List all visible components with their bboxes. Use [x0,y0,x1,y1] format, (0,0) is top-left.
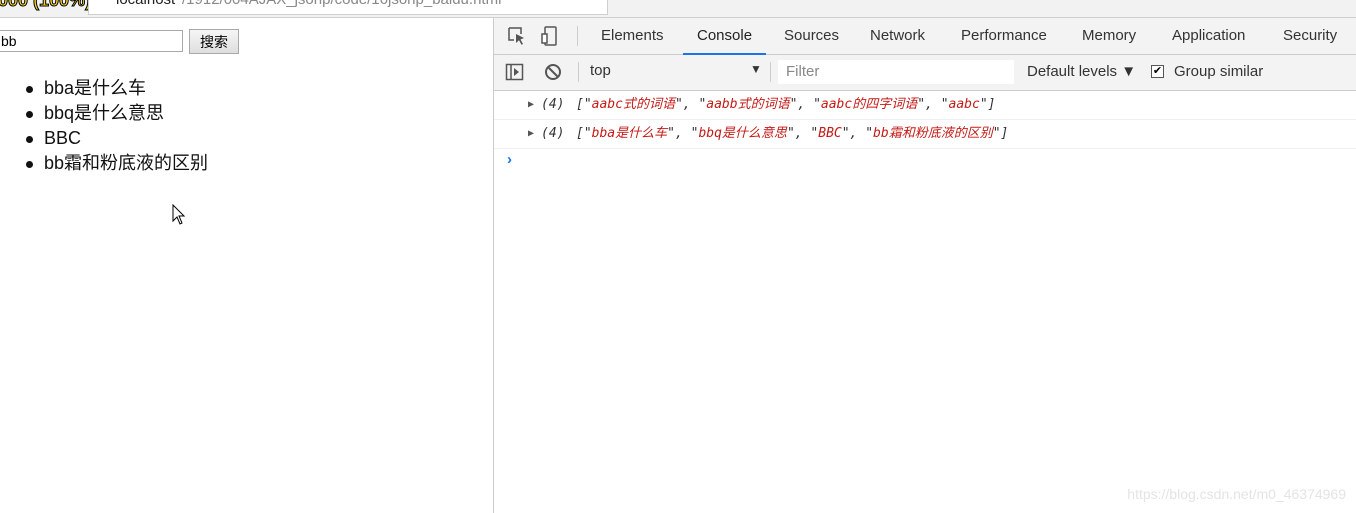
suggestion-item[interactable]: bb霜和粉底液的区别 [22,151,208,176]
array-string: aabc的四字词语 [820,97,918,112]
array-preview: ["aabc式的词语", "aabb式的词语", "aabc的四字词语", "a… [576,97,996,112]
chevron-down-icon[interactable]: ▼ [750,62,762,76]
suggestion-item[interactable]: bba是什么车 [22,76,208,101]
prompt-chevron-icon: › [507,151,512,168]
show-sidebar-icon[interactable] [505,62,525,82]
array-string: aabc式的词语 [591,97,675,112]
array-preview: ["bba是什么车", "bbq是什么意思", "BBC", "bb霜和粉底液的… [576,126,1009,141]
toolbar-divider [578,62,579,82]
suggestion-item[interactable]: BBC [22,126,208,151]
devtools-panel: Elements Console Sources Network Perform… [493,18,1356,513]
array-count: (4) [541,97,565,112]
url-path: /1912/004AJAX_jsonp/code/16jsonp_baidu.h… [182,0,501,8]
device-toolbar-icon[interactable] [540,25,562,47]
toolbar-divider [577,26,578,46]
browser-address-strip: 000 (100%) localhost /1912/004AJAX_jsonp… [0,0,1356,18]
array-string: aabb式的词语 [706,97,790,112]
url-host: localhost [116,0,175,8]
tab-application[interactable]: Application [1172,18,1245,54]
console-toolbar: top ▼ Filter Default levels ▼ ✔ Group si… [494,55,1356,91]
watermark: https://blog.csdn.net/m0_46374969 [1127,486,1346,502]
suggestion-item[interactable]: bbq是什么意思 [22,101,208,126]
tab-security[interactable]: Security [1283,18,1337,54]
web-page: 搜索 bba是什么车 bbq是什么意思 BBC bb霜和粉底液的区别 [0,18,493,513]
toolbar-divider [770,62,771,82]
clear-console-icon[interactable] [543,62,563,82]
expand-arrow-icon[interactable]: ▶ [528,120,534,148]
tab-sources[interactable]: Sources [784,18,839,54]
console-log-row[interactable]: ▶ (4) ["bba是什么车", "bbq是什么意思", "BBC", "bb… [494,120,1356,149]
console-prompt[interactable]: › [494,149,1356,175]
console-log-row[interactable]: ▶ (4) ["aabc式的词语", "aabb式的词语", "aabc的四字词… [494,91,1356,120]
group-similar-checkbox[interactable]: ✔ [1151,65,1164,78]
tab-performance[interactable]: Performance [961,18,1047,54]
console-output: ▶ (4) ["aabc式的词语", "aabb式的词语", "aabc的四字词… [494,91,1356,175]
default-levels-dropdown[interactable]: Default levels ▼ [1027,63,1136,80]
context-select[interactable]: top [590,62,611,79]
group-similar-label: Group similar [1174,63,1264,80]
array-count: (4) [541,126,565,141]
search-button[interactable]: 搜索 [189,29,239,54]
array-string: aabc [948,97,980,112]
tab-memory[interactable]: Memory [1082,18,1136,54]
tab-elements[interactable]: Elements [601,18,664,54]
filter-input[interactable]: Filter [778,60,1014,84]
inspect-element-icon[interactable] [506,25,528,47]
search-input[interactable] [0,30,183,52]
zoom-badge: 000 (100%) [0,0,92,11]
tab-network[interactable]: Network [870,18,925,54]
array-string: BBC [818,126,842,141]
tab-console[interactable]: Console [682,18,767,55]
devtools-tab-bar: Elements Console Sources Network Perform… [494,18,1356,55]
expand-arrow-icon[interactable]: ▶ [528,91,534,119]
mouse-cursor-icon [172,204,186,225]
array-string: bba是什么车 [591,126,668,141]
array-string: bb霜和粉底液的区别 [873,126,993,141]
array-string: bbq是什么意思 [698,126,787,141]
suggestion-list: bba是什么车 bbq是什么意思 BBC bb霜和粉底液的区别 [22,76,208,176]
